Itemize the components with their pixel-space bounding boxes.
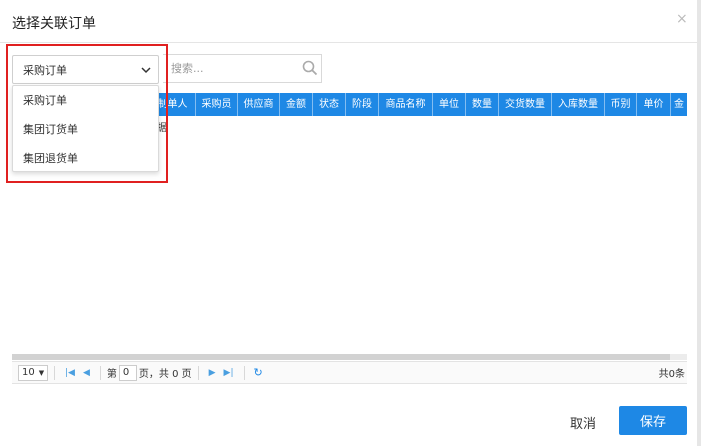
page-scrollbar[interactable] <box>697 0 701 446</box>
order-type-select[interactable]: 采购订单 <box>12 55 159 84</box>
current-page-input[interactable]: 0 <box>118 364 137 381</box>
column-header[interactable]: 金额 <box>280 93 313 116</box>
page-size-value: 10 <box>22 367 35 378</box>
column-header[interactable]: 采购员 <box>196 93 238 116</box>
horizontal-scrollbar-track-end <box>670 354 687 360</box>
page-size-select[interactable]: 10 ▼ <box>18 364 48 381</box>
pagination-bar: 10 ▼ |◀ ◀ 第 0 页，共 0 页 ▶ ▶| ↻ 共0条 <box>12 361 687 384</box>
dropdown-option-purchase-order[interactable]: 采购订单 <box>13 86 158 115</box>
dropdown-option-group-order[interactable]: 集团订货单 <box>13 115 158 144</box>
grid-header: 制单人 采购员 供应商 金额 状态 阶段 商品名称 单位 数量 交货数量 入库数… <box>150 93 687 116</box>
column-header[interactable]: 单位 <box>433 93 466 116</box>
refresh-icon[interactable]: ↻ <box>254 366 263 379</box>
column-header[interactable]: 币别 <box>605 93 637 116</box>
dialog-title: 选择关联订单 <box>12 16 96 32</box>
search-input[interactable] <box>163 55 293 82</box>
column-header[interactable]: 数量 <box>466 93 499 116</box>
dropdown-option-group-return[interactable]: 集团退货单 <box>13 144 158 173</box>
column-header[interactable]: 供应商 <box>238 93 280 116</box>
cancel-button[interactable]: 取消 <box>570 413 596 432</box>
column-header[interactable]: 金 <box>671 93 687 116</box>
order-type-dropdown-menu: 采购订单 集团订货单 集团退货单 <box>12 85 159 172</box>
pager-divider <box>99 365 101 380</box>
pager-divider <box>197 365 199 380</box>
column-header[interactable]: 交货数量 <box>499 93 552 116</box>
column-header[interactable]: 单价 <box>637 93 671 116</box>
page-prefix-label: 第 <box>106 369 117 380</box>
pager-divider <box>243 365 245 380</box>
horizontal-scrollbar[interactable] <box>12 354 685 360</box>
save-button[interactable]: 保存 <box>619 406 687 435</box>
search-box <box>163 54 322 83</box>
column-header[interactable]: 入库数量 <box>552 93 605 116</box>
search-icon[interactable] <box>302 60 318 76</box>
chevron-down-icon <box>141 67 151 74</box>
close-icon[interactable]: × <box>676 11 688 27</box>
pager-divider <box>54 365 55 380</box>
page-count-label: 页，共 0 页 <box>138 369 192 380</box>
total-count-label: 共0条 <box>658 369 685 380</box>
next-page-icon[interactable]: ▶ <box>209 368 216 378</box>
column-header[interactable]: 商品名称 <box>379 93 433 116</box>
order-type-selected-value: 采购订单 <box>23 63 67 77</box>
last-page-icon[interactable]: ▶| <box>224 368 234 378</box>
prev-page-icon[interactable]: ◀ <box>83 368 90 378</box>
caret-down-icon: ▼ <box>38 368 45 377</box>
column-header[interactable]: 阶段 <box>346 93 379 116</box>
column-header[interactable]: 状态 <box>313 93 346 116</box>
title-divider <box>0 42 701 43</box>
first-page-icon[interactable]: |◀ <box>65 368 75 378</box>
